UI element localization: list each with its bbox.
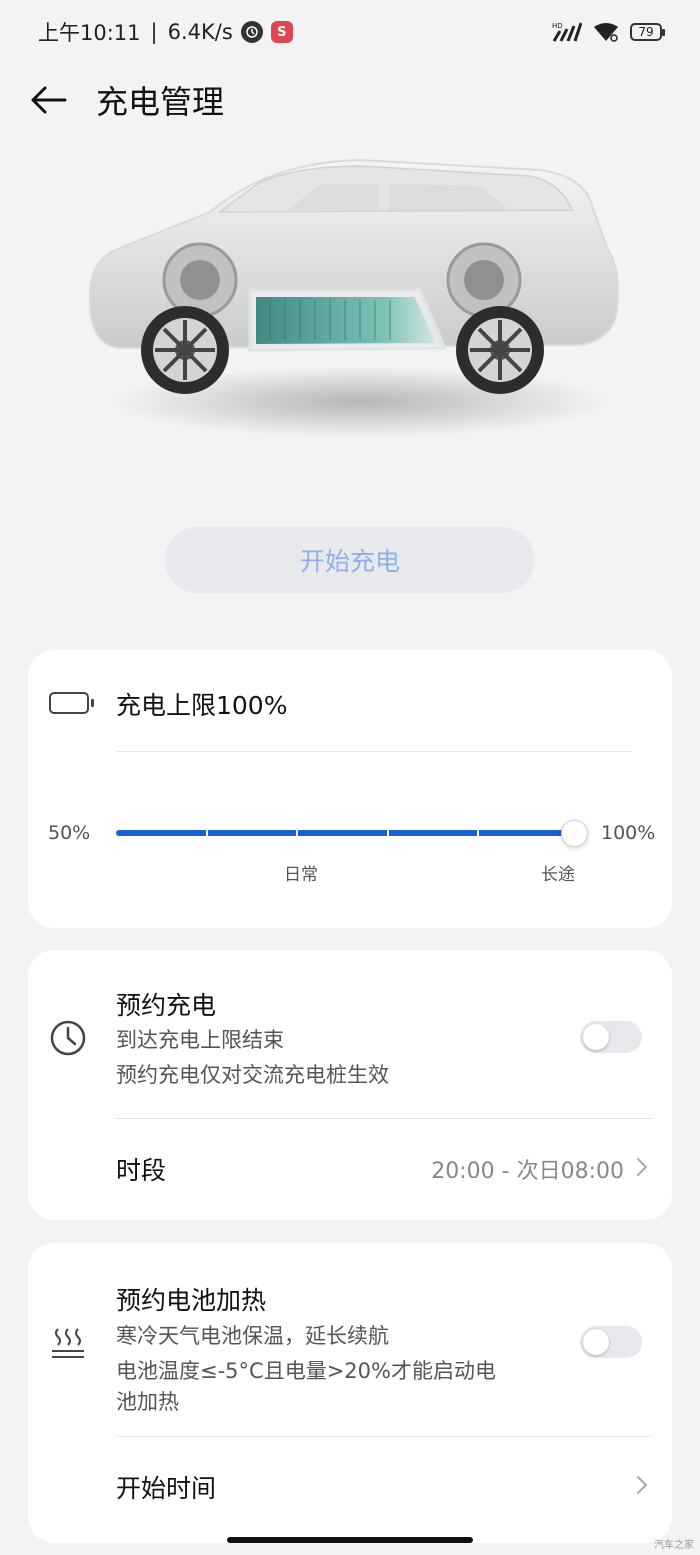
status-left: 上午10:11 | 6.4K/s S — [38, 17, 293, 47]
battery-heating-card: 预约电池加热 寒冷天气电池保温，延长续航 电池温度≤-5°C且电量>20%才能启… — [28, 1243, 672, 1543]
battery-heating-sub1: 寒冷天气电池保温，延长续航 — [116, 1324, 389, 1348]
period-row[interactable]: 时段 20:00 - 次日08:00 — [28, 1119, 672, 1219]
scheduled-charge-card: 预约充电 到达充电上限结束 预约充电仅对交流充电桩生效 时段 20:00 - 次… — [28, 950, 672, 1220]
car-battery-illustration — [88, 158, 619, 438]
battery-heating-sub3: 池加热 — [116, 1390, 179, 1414]
page-title: 充电管理 — [96, 83, 225, 121]
clock-icon — [50, 1020, 86, 1056]
arrow-left-icon — [31, 86, 67, 114]
battery-level: 79 — [638, 25, 654, 39]
wifi-icon — [594, 23, 618, 42]
start-charge-button[interactable]: 开始充电 — [165, 527, 535, 593]
chevron-right-icon — [637, 1476, 648, 1494]
slider-mark-daily: 日常 — [284, 865, 318, 885]
charge-limit-label: 充电上限100% — [116, 691, 288, 720]
battery-heating-sub2: 电池温度≤-5°C且电量>20%才能启动电 — [116, 1359, 496, 1383]
clock-dot-icon — [240, 21, 263, 43]
svg-text:HD: HD — [552, 22, 563, 30]
status-bar: 上午10:11 | 6.4K/s S HD 79 — [0, 0, 700, 64]
divider — [116, 751, 632, 752]
header: 充电管理 — [0, 64, 700, 136]
chevron-right-icon — [637, 1158, 648, 1176]
status-separator: | — [150, 20, 158, 44]
status-time: 上午10:11 — [38, 21, 141, 45]
battery-outline-icon — [49, 692, 94, 714]
battery-heating-toggle[interactable] — [580, 1326, 642, 1358]
charge-limit-slider[interactable] — [116, 830, 574, 836]
slider-mark-long: 长途 — [541, 865, 575, 885]
period-label: 时段 — [116, 1156, 167, 1185]
scheduled-charge-toggle[interactable] — [580, 1021, 642, 1053]
charge-limit-card: 充电上限100% 50% 100% 日常 长途 — [28, 650, 672, 928]
slider-thumb[interactable] — [561, 820, 588, 847]
start-time-row[interactable]: 开始时间 — [28, 1437, 672, 1537]
scheduled-charge-sub2: 预约充电仅对交流充电桩生效 — [116, 1063, 389, 1087]
scheduled-charge-title: 预约充电 — [116, 991, 217, 1020]
status-right: HD 79 — [552, 21, 665, 43]
toggle-knob — [583, 1329, 609, 1355]
slider-tick — [206, 830, 208, 836]
home-indicator[interactable] — [227, 1537, 473, 1543]
battery-icon: 79 — [630, 23, 665, 41]
slider-min-label: 50% — [48, 822, 91, 844]
period-value: 20:00 - 次日08:00 — [431, 1159, 624, 1184]
hd-signal-icon: HD — [552, 22, 582, 42]
slider-tick — [387, 830, 389, 836]
app-badge-icon: S — [270, 21, 293, 43]
scheduled-charge-sub1: 到达充电上限结束 — [116, 1028, 284, 1052]
slider-tick — [296, 830, 298, 836]
slider-max-label: 100% — [601, 822, 656, 844]
battery-heating-title: 预约电池加热 — [116, 1286, 267, 1315]
watermark: 汽车之家 — [654, 1540, 694, 1551]
toggle-knob — [583, 1024, 609, 1050]
slider-tick — [477, 830, 479, 836]
net-speed: 6.4K/s — [167, 20, 233, 44]
back-button[interactable] — [0, 64, 96, 136]
heating-icon — [52, 1328, 84, 1358]
start-time-label: 开始时间 — [116, 1474, 217, 1503]
